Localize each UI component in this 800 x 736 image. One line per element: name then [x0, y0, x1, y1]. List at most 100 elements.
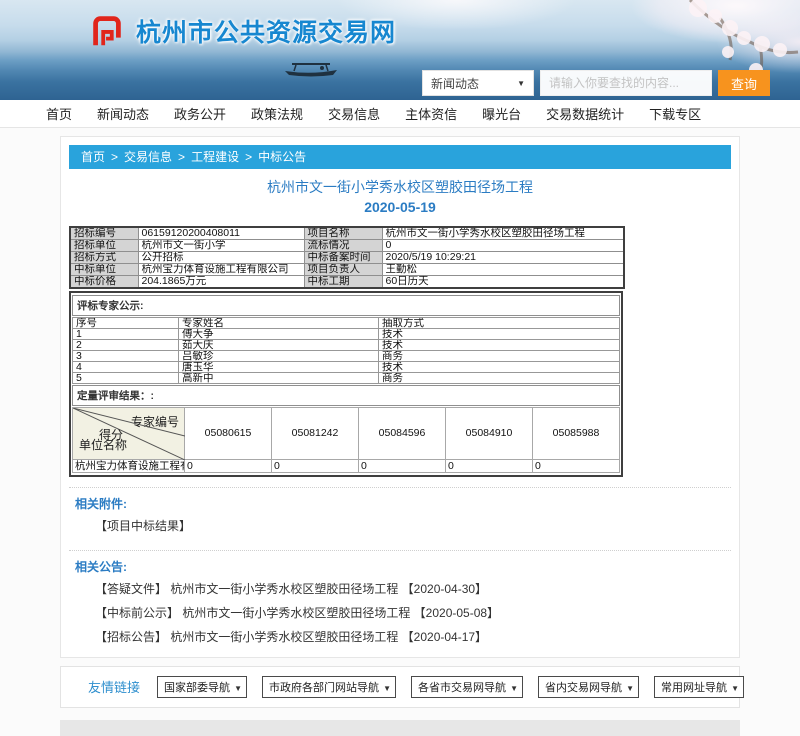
expert-name: 吕敏珍 — [179, 350, 379, 361]
expert-id: 05081242 — [272, 407, 359, 459]
nav-item-credit[interactable]: 主体资信 — [405, 104, 457, 123]
table-row: 杭州宝力体育设施工程有限公司 0 0 0 0 0 — [73, 459, 620, 472]
nav-item-gov-affairs[interactable]: 政务公开 — [174, 104, 226, 123]
expert-name: 傅大争 — [179, 328, 379, 339]
info-value: 0 — [382, 239, 624, 251]
nav-item-exposure[interactable]: 曝光台 — [482, 104, 521, 123]
expert-id: 05080615 — [185, 407, 272, 459]
info-label: 项目名称 — [304, 227, 382, 240]
score-value: 0 — [272, 459, 359, 472]
info-label: 流标情况 — [304, 239, 382, 251]
friend-links-bar: 友情链接 国家部委导航 ▼ 市政府各部门网站导航 ▼ 各省市交易网导航 ▼ 省内… — [60, 666, 740, 708]
info-value: 王勤松 — [382, 263, 624, 275]
bid-info-table: 招标编号 06159120200408011 项目名称 杭州市文一街小学秀水校区… — [69, 226, 625, 289]
expert-id: 05084596 — [359, 407, 446, 459]
caret-down-icon: ▼ — [517, 79, 525, 88]
site-footer: 杭州市公共资源交易网 版权所有 备案序号： 浙ICP备17018762-1号 网… — [60, 720, 740, 736]
expert-name: 唐玉华 — [179, 361, 379, 372]
info-value: 204.1865万元 — [138, 275, 304, 288]
announcement-link[interactable]: 【招标公告】 杭州市文一街小学秀水校区塑胶田径场工程 【2020-04-17】 — [75, 625, 725, 649]
breadcrumb-construction[interactable]: 工程建设 — [191, 145, 239, 169]
expert-no: 4 — [73, 361, 179, 372]
friend-links-select-common-sites[interactable]: 常用网址导航 ▼ — [654, 676, 744, 698]
breadcrumb-separator: > — [178, 145, 185, 169]
friend-links-select-provincial-trade[interactable]: 各省市交易网导航 ▼ — [411, 676, 523, 698]
expert-no: 5 — [73, 372, 179, 383]
breadcrumb-trade-info[interactable]: 交易信息 — [124, 145, 172, 169]
breadcrumb-win-announcement[interactable]: 中标公告 — [258, 145, 306, 169]
info-value: 2020/5/19 10:29:21 — [382, 251, 624, 263]
info-label: 中标备案时间 — [304, 251, 382, 263]
corner-label-expert-id: 专家编号 — [131, 413, 179, 430]
friend-links-select-city-gov[interactable]: 市政府各部门网站导航 ▼ — [262, 676, 396, 698]
main-content: 首页 > 交易信息 > 工程建设 > 中标公告 杭州市文一街小学秀水校区塑胶田径… — [60, 136, 740, 658]
breadcrumb-home[interactable]: 首页 — [81, 145, 105, 169]
info-label: 中标价格 — [70, 275, 138, 288]
expert-method: 商务 — [379, 350, 620, 361]
info-label: 中标工期 — [304, 275, 382, 288]
table-row: 4 唐玉华 技术 — [73, 361, 620, 372]
article-header: 杭州市文一街小学秀水校区塑胶田径场工程 2020-05-19 — [69, 177, 731, 218]
article-date: 2020-05-19 — [69, 197, 731, 217]
site-logo-icon — [88, 12, 126, 50]
col-header: 序号 — [73, 317, 179, 328]
caret-down-icon: ▼ — [510, 684, 518, 693]
table-row: 招标方式 公开招标 中标备案时间 2020/5/19 10:29:21 — [70, 251, 624, 263]
caret-down-icon: ▼ — [383, 684, 391, 693]
table-header-row: 序号 专家姓名 抽取方式 — [73, 317, 620, 328]
info-value: 公开招标 — [138, 251, 304, 263]
announcement-link[interactable]: 【答疑文件】 杭州市文一街小学秀水校区塑胶田径场工程 【2020-04-30】 — [75, 577, 725, 601]
announcements-section: 相关公告: 【答疑文件】 杭州市文一街小学秀水校区塑胶田径场工程 【2020-0… — [69, 550, 731, 651]
score-value: 0 — [359, 459, 446, 472]
expert-method: 技术 — [379, 361, 620, 372]
breadcrumb-separator: > — [111, 145, 118, 169]
nav-item-statistics[interactable]: 交易数据统计 — [546, 104, 624, 123]
friend-links-title: 友情链接 — [88, 677, 140, 696]
table-row: 1 傅大争 技术 — [73, 328, 620, 339]
boat-photo-element — [283, 60, 339, 78]
friend-select-label: 常用网址导航 — [661, 679, 727, 695]
announcement-link[interactable]: 【中标前公示】 杭州市文一街小学秀水校区塑胶田径场工程 【2020-05-08】 — [75, 601, 725, 625]
caret-down-icon: ▼ — [731, 684, 739, 693]
nav-item-home[interactable]: 首页 — [46, 104, 72, 123]
breadcrumb: 首页 > 交易信息 > 工程建设 > 中标公告 — [69, 145, 731, 169]
nav-item-trade-info[interactable]: 交易信息 — [328, 104, 380, 123]
table-row: 中标价格 204.1865万元 中标工期 60日历天 — [70, 275, 624, 288]
experts-table: 序号 专家姓名 抽取方式 1 傅大争 技术 2 茹大庆 技术 3 吕敏珍 — [72, 317, 620, 384]
search-category-select[interactable]: 新闻动态 ▼ — [422, 70, 534, 96]
nav-item-downloads[interactable]: 下载专区 — [649, 104, 701, 123]
expert-method: 商务 — [379, 372, 620, 383]
info-label: 中标单位 — [70, 263, 138, 275]
expert-no: 3 — [73, 350, 179, 361]
col-header: 专家姓名 — [179, 317, 379, 328]
main-nav: 首页 新闻动态 政务公开 政策法规 交易信息 主体资信 曝光台 交易数据统计 下… — [0, 100, 800, 128]
score-value: 0 — [533, 459, 620, 472]
search-input[interactable] — [540, 70, 712, 96]
announcements-title: 相关公告: — [75, 558, 725, 575]
info-value: 60日历天 — [382, 275, 624, 288]
friend-select-label: 国家部委导航 — [164, 679, 230, 695]
caret-down-icon: ▼ — [234, 684, 242, 693]
expert-id: 05085988 — [533, 407, 620, 459]
search-button[interactable]: 查询 — [718, 70, 770, 96]
attachments-title: 相关附件: — [75, 495, 725, 512]
friend-links-select-national[interactable]: 国家部委导航 ▼ — [157, 676, 247, 698]
search-category-value: 新闻动态 — [431, 75, 479, 92]
nav-item-news[interactable]: 新闻动态 — [97, 104, 149, 123]
page-title: 杭州市文一街小学秀水校区塑胶田径场工程 — [69, 177, 731, 197]
attachment-link[interactable]: 【项目中标结果】 — [75, 514, 725, 538]
friend-links-select-in-province[interactable]: 省内交易网导航 ▼ — [538, 676, 639, 698]
expert-method: 技术 — [379, 339, 620, 350]
diagonal-header-cell: 专家编号 得分 单位名称 — [73, 407, 185, 459]
nav-item-policies[interactable]: 政策法规 — [251, 104, 303, 123]
score-value: 0 — [446, 459, 533, 472]
table-row: 中标单位 杭州宝力体育设施工程有限公司 项目负责人 王勤松 — [70, 263, 624, 275]
table-row: 5 高新中 商务 — [73, 372, 620, 383]
table-row: 3 吕敏珍 商务 — [73, 350, 620, 361]
breadcrumb-separator: > — [245, 145, 252, 169]
score-section-title: 定量评审结果：: — [72, 385, 620, 406]
evaluation-box: 评标专家公示: 序号 专家姓名 抽取方式 1 傅大争 技术 2 茹大庆 技术 — [69, 291, 623, 477]
experts-section-title: 评标专家公示: — [72, 295, 620, 316]
score-value: 0 — [185, 459, 272, 472]
friend-select-label: 各省市交易网导航 — [418, 679, 506, 695]
